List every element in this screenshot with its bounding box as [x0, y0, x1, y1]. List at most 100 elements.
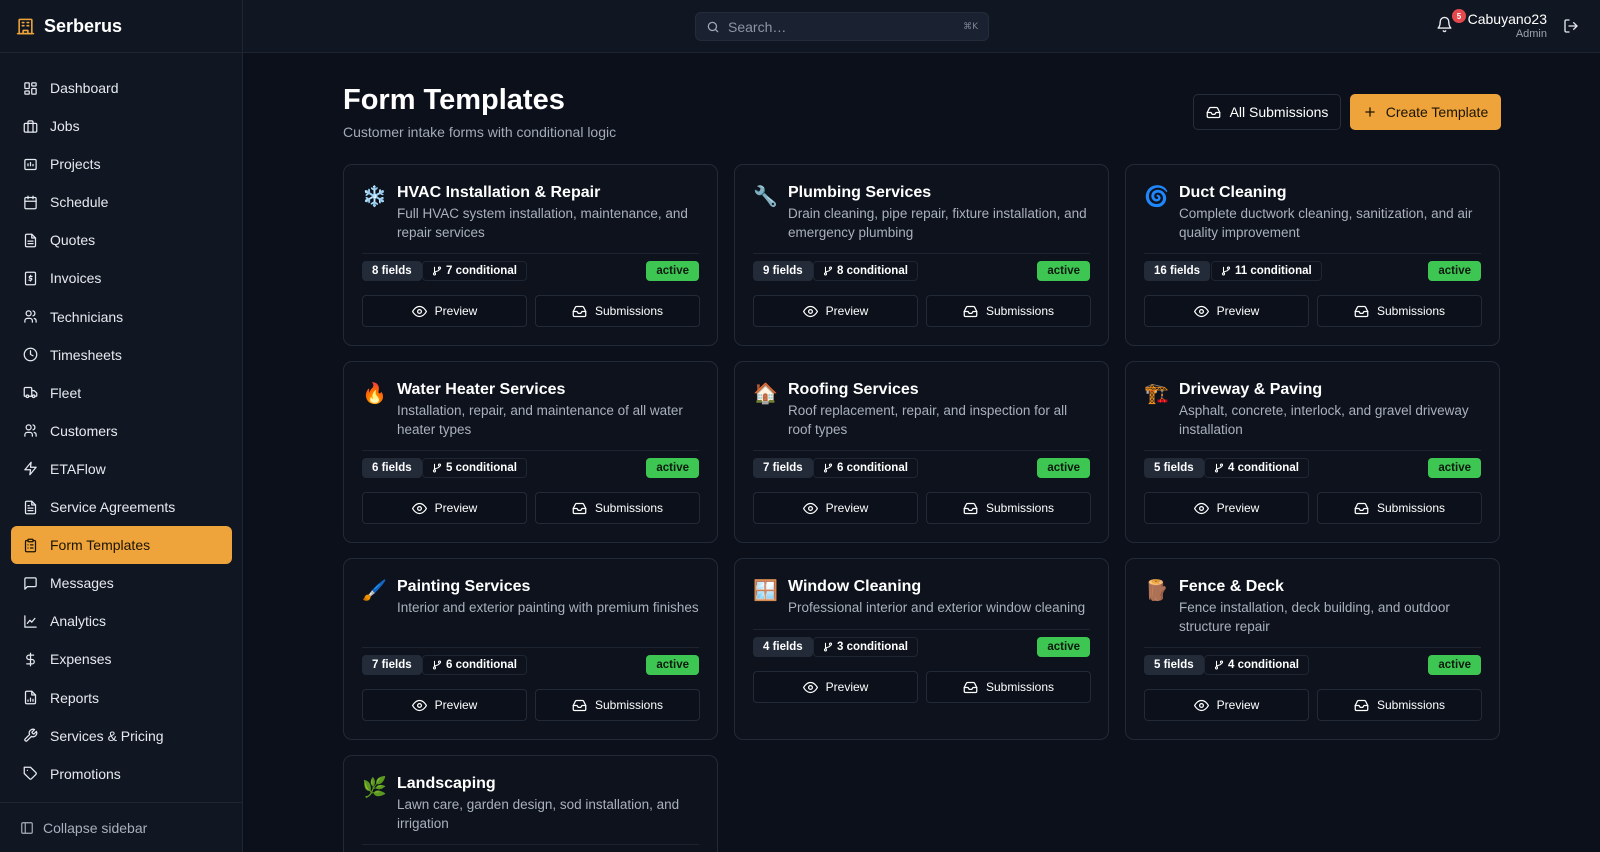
sidebar-item-label: Invoices: [50, 270, 102, 287]
lightning-icon: [23, 461, 38, 476]
sidebar-item-promotions[interactable]: Promotions: [11, 755, 232, 793]
submissions-label: Submissions: [594, 501, 664, 515]
projects-icon: [23, 157, 38, 172]
sidebar-item-reports[interactable]: Reports: [11, 679, 232, 717]
sidebar-item-customers[interactable]: Customers: [11, 412, 232, 450]
branch-icon: [823, 463, 833, 473]
template-title: Plumbing Services: [788, 184, 932, 201]
sidebar-item-quotes[interactable]: Quotes: [11, 221, 232, 259]
submissions-label: Submissions: [1376, 501, 1446, 515]
preview-button[interactable]: Preview: [753, 671, 918, 703]
user-role: Admin: [1515, 28, 1547, 40]
template-description: Complete ductwork cleaning, sanitization…: [1179, 206, 1473, 240]
sidebar-item-label: Expenses: [50, 651, 112, 668]
logout-icon[interactable]: [1563, 18, 1579, 34]
conditional-count-badge: 8 conditional: [813, 261, 918, 281]
message-icon: [23, 576, 38, 591]
sidebar-item-fleet[interactable]: Fleet: [11, 374, 232, 412]
sidebar-item-label: Fleet: [50, 384, 82, 401]
status-badge: active: [1037, 261, 1090, 281]
template-card: 🔧 Plumbing Services Drain cleaning, pipe r…: [734, 164, 1109, 346]
preview-button[interactable]: Preview: [1144, 689, 1309, 721]
receipt-icon: [23, 271, 38, 286]
sidebar-item-services-pricing[interactable]: Services & Pricing: [11, 717, 232, 755]
submissions-label: Submissions: [594, 698, 664, 712]
conditional-count-badge: 3 conditional: [813, 637, 918, 657]
fields-count-badge: 9 fields: [753, 261, 813, 281]
sidebar-item-messages[interactable]: Messages: [11, 564, 232, 602]
preview-button[interactable]: Preview: [753, 295, 918, 327]
sidebar-item-expenses[interactable]: Expenses: [11, 640, 232, 678]
preview-label: Preview: [1216, 501, 1260, 515]
branch-icon: [432, 463, 442, 473]
sidebar-item-label: Customers: [50, 422, 118, 439]
collapse-sidebar-button[interactable]: Collapse sidebar: [0, 802, 243, 852]
inbox-icon: [572, 501, 587, 516]
fields-count-badge: 8 fields: [362, 261, 422, 281]
sidebar-item-service-agreements[interactable]: Service Agreements: [11, 488, 232, 526]
preview-button[interactable]: Preview: [753, 492, 918, 524]
eye-icon: [802, 501, 818, 516]
submissions-button[interactable]: Submissions: [926, 492, 1091, 524]
preview-button[interactable]: Preview: [1144, 492, 1309, 524]
sidebar-item-technicians[interactable]: Technicians: [11, 298, 232, 336]
page-title: Form Templates: [343, 84, 565, 116]
conditional-count-label: 6 conditional: [446, 659, 517, 671]
preview-label: Preview: [434, 304, 478, 318]
sidebar-item-projects[interactable]: Projects: [11, 145, 232, 183]
file-chart-icon: [23, 690, 38, 705]
search-input[interactable]: Search… ⌘K: [695, 12, 989, 41]
template-title: HVAC Installation & Repair: [397, 184, 601, 201]
sidebar-item-label: Technicians: [50, 308, 124, 325]
template-emoji-icon: 🪵: [1144, 580, 1169, 602]
sidebar-item-jobs[interactable]: Jobs: [11, 107, 232, 145]
dashboard-icon: [23, 81, 38, 96]
branch-icon: [823, 266, 833, 276]
fields-count-badge: 16 fields: [1144, 261, 1211, 281]
submissions-button[interactable]: Submissions: [926, 295, 1091, 327]
conditional-count-label: 11 conditional: [1235, 265, 1312, 277]
truck-icon: [23, 385, 38, 400]
create-template-button[interactable]: Create Template: [1350, 94, 1501, 130]
template-emoji-icon: 🔥: [362, 383, 387, 405]
brand[interactable]: Serberus: [0, 0, 242, 53]
bell-icon[interactable]: [1436, 16, 1453, 33]
sidebar-item-timesheets[interactable]: Timesheets: [11, 336, 232, 374]
preview-button[interactable]: Preview: [362, 492, 527, 524]
preview-label: Preview: [825, 304, 869, 318]
preview-button[interactable]: Preview: [362, 689, 527, 721]
sidebar-item-schedule[interactable]: Schedule: [11, 183, 232, 221]
fields-count-badge: 4 fields: [753, 637, 813, 657]
submissions-label: Submissions: [985, 304, 1055, 318]
status-badge: active: [1037, 458, 1090, 478]
submissions-button[interactable]: Submissions: [1317, 295, 1482, 327]
preview-button[interactable]: Preview: [362, 295, 527, 327]
eye-icon: [411, 501, 427, 516]
sidebar-item-invoices[interactable]: Invoices: [11, 259, 232, 297]
submissions-button[interactable]: Submissions: [1317, 492, 1482, 524]
template-card: ❄️ HVAC Installation & Repair Full HVAC sy…: [343, 164, 718, 346]
sidebar-item-label: Timesheets: [50, 346, 122, 363]
user-menu[interactable]: Cabuyano23 Admin: [1468, 11, 1547, 41]
eye-icon: [411, 698, 427, 713]
sidebar-item-form-templates[interactable]: Form Templates: [11, 526, 232, 565]
preview-label: Preview: [1216, 698, 1260, 712]
all-submissions-button[interactable]: All Submissions: [1193, 94, 1341, 130]
conditional-count-label: 7 conditional: [446, 265, 517, 277]
sidebar-item-label: Analytics: [50, 613, 107, 630]
submissions-button[interactable]: Submissions: [1317, 689, 1482, 721]
preview-button[interactable]: Preview: [1144, 295, 1309, 327]
template-emoji-icon: 🌀: [1144, 186, 1169, 208]
dollar-icon: [23, 652, 38, 667]
sidebar-item-etaflow[interactable]: ETAFlow: [11, 450, 232, 488]
sidebar-item-dashboard[interactable]: Dashboard: [11, 69, 232, 107]
submissions-button[interactable]: Submissions: [926, 671, 1091, 703]
notification-badge: 5: [1452, 9, 1466, 23]
submissions-button[interactable]: Submissions: [535, 492, 700, 524]
sidebar-item-analytics[interactable]: Analytics: [11, 602, 232, 640]
status-badge: active: [1428, 655, 1481, 675]
preview-label: Preview: [825, 680, 869, 694]
submissions-button[interactable]: Submissions: [535, 689, 700, 721]
submissions-button[interactable]: Submissions: [535, 295, 700, 327]
conditional-count-badge: 11 conditional: [1211, 261, 1322, 281]
